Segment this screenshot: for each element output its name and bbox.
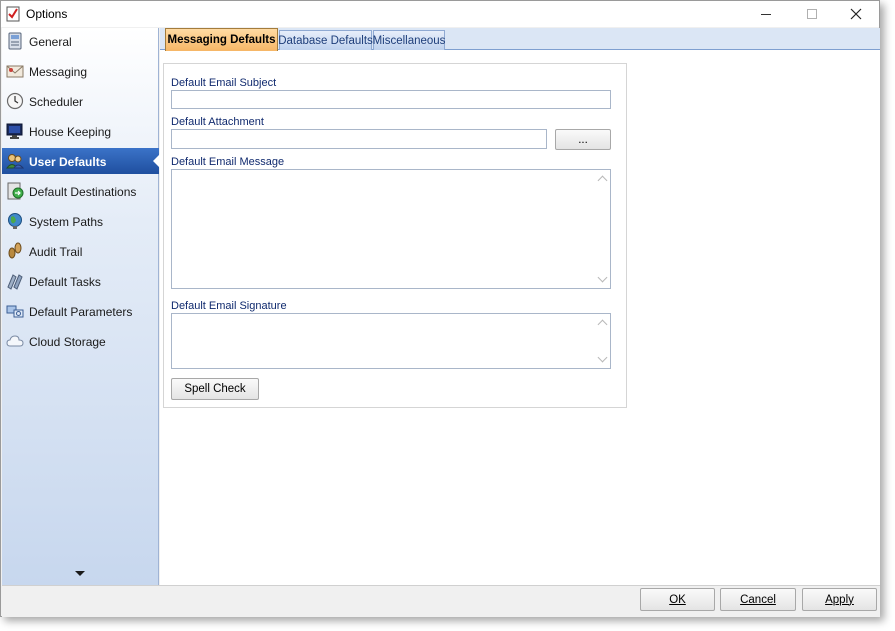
sidebar-item-audit-trail[interactable]: Audit Trail (2, 238, 159, 264)
email-message-textarea[interactable] (171, 169, 611, 289)
spell-check-label: Spell Check (184, 383, 246, 395)
checklist-app-icon (6, 6, 20, 22)
clock-icon (6, 92, 24, 110)
sidebar-item-label: House Keeping (29, 125, 112, 139)
maximize-button[interactable] (789, 1, 835, 27)
footprints-icon (8, 242, 22, 259)
attachment-label: Default Attachment (171, 116, 264, 128)
sidebar-item-cloud-storage[interactable]: Cloud Storage (2, 328, 159, 354)
email-subject-input[interactable] (171, 90, 611, 109)
sidebar-item-system-paths[interactable]: System Paths (2, 208, 159, 234)
parameters-icon (6, 305, 24, 318)
sidebar-item-scheduler[interactable]: Scheduler (2, 88, 159, 114)
users-icon (6, 154, 24, 169)
maximize-icon (807, 9, 817, 19)
selected-indicator (153, 154, 160, 168)
options-sidebar: General Messaging Scheduler House Keepin… (2, 28, 160, 585)
window-title: Options (26, 7, 68, 21)
attachment-input[interactable] (171, 129, 547, 149)
destinations-icon (7, 182, 24, 200)
ok-button[interactable]: OK (640, 588, 715, 611)
sidebar-item-label: Default Parameters (29, 305, 133, 319)
cloud-icon (6, 335, 24, 347)
sidebar-item-label: Messaging (29, 65, 88, 79)
tab-strip: Messaging Defaults Database Defaults Mis… (160, 28, 880, 51)
sidebar-item-general[interactable]: General (2, 28, 159, 54)
monitor-icon (6, 123, 23, 139)
sidebar-item-user-defaults[interactable]: User Defaults (2, 148, 160, 174)
sidebar-item-label: General (29, 35, 72, 49)
tasks-icon (7, 274, 23, 290)
cancel-button[interactable]: Cancel (720, 588, 796, 611)
email-signature-label: Default Email Signature (171, 300, 287, 312)
sidebar-item-label: Default Tasks (29, 275, 101, 289)
minimize-button[interactable] (743, 1, 789, 27)
sidebar-item-default-parameters[interactable]: Default Parameters (2, 298, 159, 324)
sidebar-item-default-tasks[interactable]: Default Tasks (2, 268, 159, 294)
minimize-icon (761, 14, 771, 15)
sidebar-item-label: Cloud Storage (29, 335, 106, 349)
messaging-icon (6, 65, 24, 78)
browse-button-label: ... (578, 133, 588, 146)
sidebar-item-label: User Defaults (29, 155, 107, 169)
tab-database-defaults[interactable]: Database Defaults (278, 30, 373, 50)
title-bar: Options (1, 1, 879, 27)
tab-miscellaneous[interactable]: Miscellaneous (373, 30, 445, 50)
options-window: Options General Messaging Scheduler Hous… (0, 0, 880, 617)
email-signature-scrollbar[interactable] (596, 314, 610, 368)
scroll-up-icon[interactable] (597, 175, 608, 186)
sidebar-item-house-keeping[interactable]: House Keeping (2, 118, 159, 144)
close-button[interactable] (833, 1, 879, 27)
tab-messaging-defaults[interactable]: Messaging Defaults (165, 28, 278, 51)
close-icon (850, 8, 862, 20)
browse-attachment-button[interactable]: ... (555, 129, 611, 150)
sidebar-item-default-destinations[interactable]: Default Destinations (2, 178, 159, 204)
sidebar-item-messaging[interactable]: Messaging (2, 58, 159, 84)
sidebar-item-label: Audit Trail (29, 245, 83, 259)
general-icon (8, 32, 22, 50)
email-message-scrollbar[interactable] (596, 170, 610, 288)
email-subject-label: Default Email Subject (171, 77, 277, 89)
sidebar-item-label: Default Destinations (29, 185, 137, 199)
scroll-up-icon[interactable] (597, 319, 608, 330)
email-message-label: Default Email Message (171, 156, 285, 168)
spell-check-button[interactable]: Spell Check (171, 378, 259, 400)
globe-icon (8, 213, 22, 229)
scroll-down-icon[interactable] (597, 352, 608, 363)
scroll-down-icon[interactable] (597, 272, 608, 283)
sidebar-scroll-down-icon[interactable] (75, 571, 85, 576)
sidebar-item-label: Scheduler (29, 95, 84, 109)
cancel-label: Cancel (740, 593, 776, 606)
sidebar-item-label: System Paths (29, 215, 104, 229)
email-signature-textarea[interactable] (171, 313, 611, 369)
apply-button[interactable]: Apply (802, 588, 877, 611)
apply-label: Apply (825, 593, 854, 606)
ok-label: OK (669, 593, 686, 606)
